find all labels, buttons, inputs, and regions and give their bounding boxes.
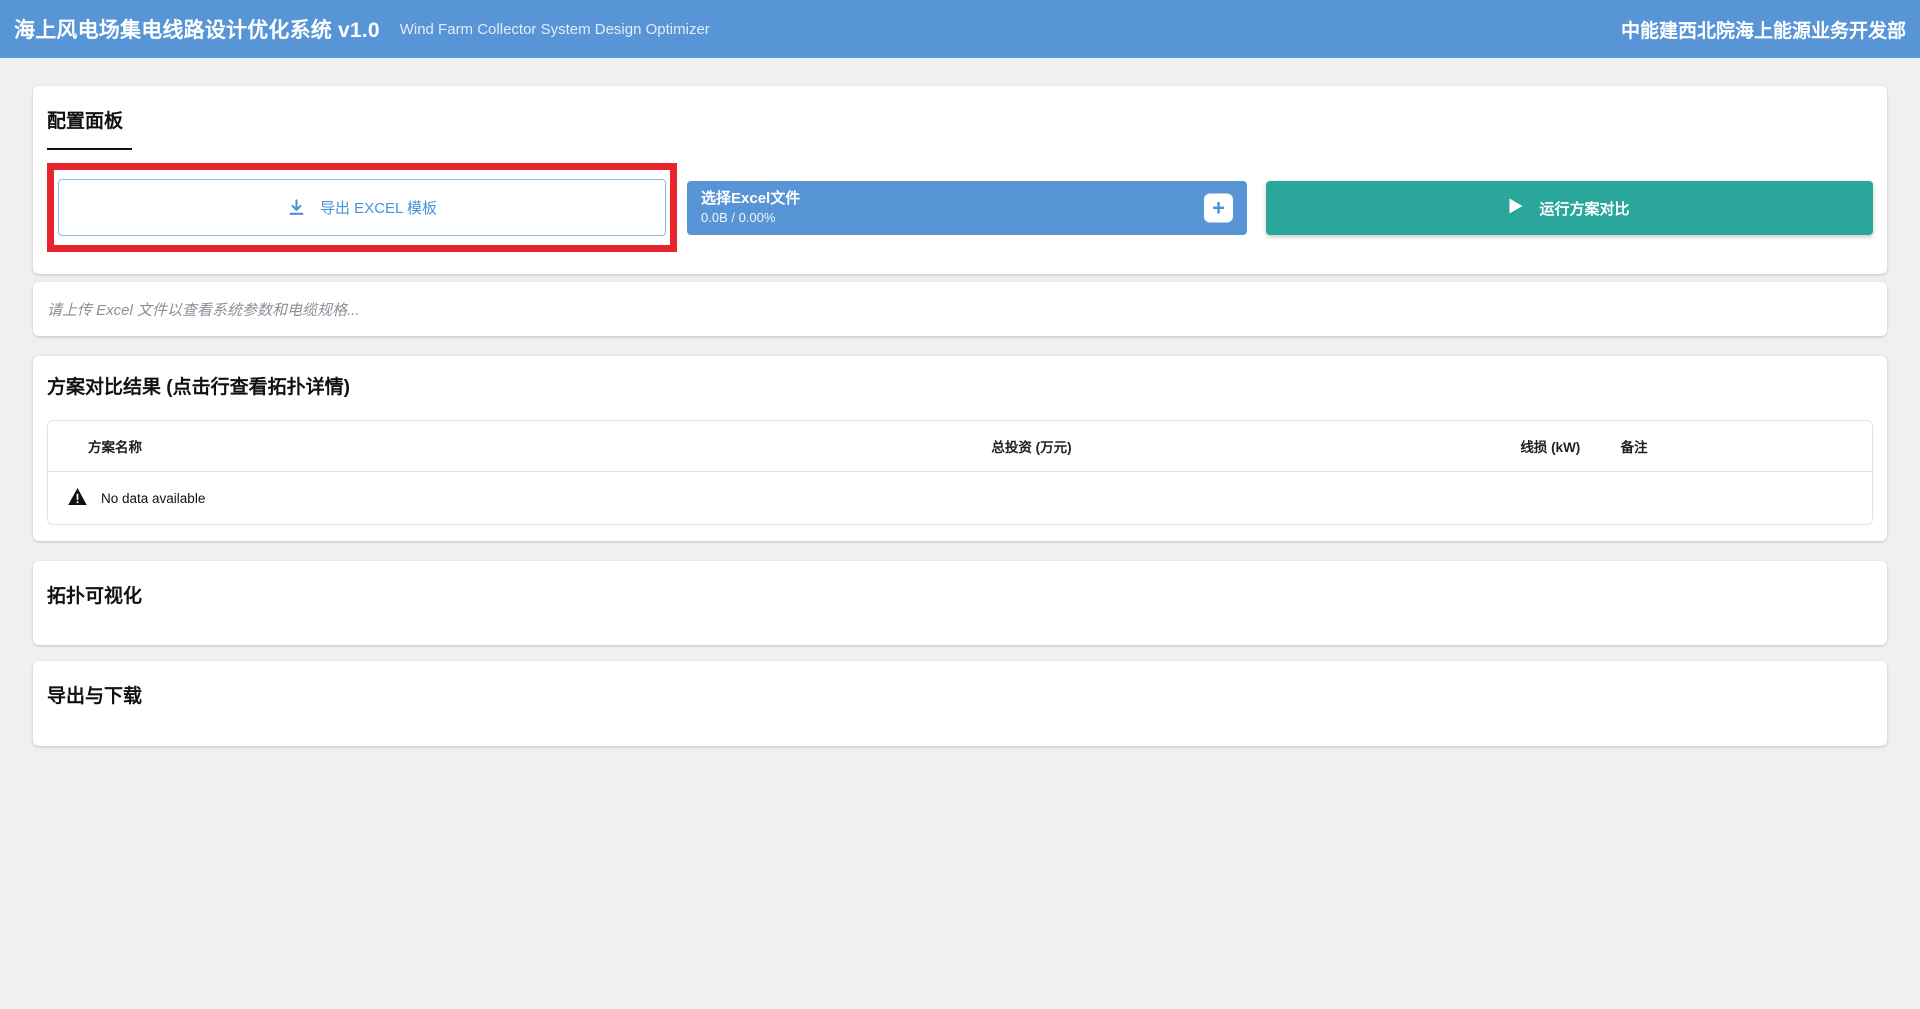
upload-hint-card: 请上传 Excel 文件以查看系统参数和电缆规格... — [33, 282, 1887, 336]
config-panel-card: 配置面板 导出 EXCEL 模板 选择Exce — [33, 86, 1887, 274]
export-excel-template-label: 导出 EXCEL 模板 — [320, 197, 437, 218]
empty-data-row: No data available — [48, 472, 1872, 525]
title-underline — [47, 148, 132, 150]
column-header-remark: 备注 — [1617, 421, 1872, 472]
play-icon — [1509, 198, 1523, 218]
upload-hint-text: 请上传 Excel 文件以查看系统参数和电缆规格... — [47, 299, 360, 320]
comparison-results-title: 方案对比结果 (点击行查看拓扑详情) — [47, 374, 1873, 402]
excel-file-upload-zone[interactable]: 选择Excel文件 0.0B / 0.00% + — [687, 181, 1247, 235]
results-table: 方案名称 总投资 (万元) 线损 (kW) 备注 — [47, 420, 1873, 525]
header-org-label: 中能建西北院海上能源业务开发部 — [1621, 16, 1906, 43]
app-header: 海上风电场集电线路设计优化系统 v1.0 Wind Farm Collector… — [0, 0, 1920, 58]
export-download-title: 导出与下载 — [47, 683, 1873, 711]
download-icon — [287, 198, 306, 217]
export-download-card: 导出与下载 — [33, 661, 1887, 746]
warning-icon — [68, 488, 87, 508]
config-controls-row: 导出 EXCEL 模板 选择Excel文件 0.0B / 0.00% + 运行方… — [47, 163, 1873, 252]
run-comparison-button[interactable]: 运行方案对比 — [1266, 181, 1873, 235]
topology-visualization-title: 拓扑可视化 — [47, 583, 1873, 611]
upload-zone-label: 选择Excel文件 — [701, 189, 1233, 209]
add-file-button[interactable]: + — [1204, 194, 1233, 223]
config-panel-title: 配置面板 — [47, 108, 1873, 136]
app-subtitle: Wind Farm Collector System Design Optimi… — [400, 21, 710, 38]
export-excel-template-button[interactable]: 导出 EXCEL 模板 — [58, 179, 666, 236]
upload-progress-text: 0.0B / 0.00% — [701, 209, 1233, 226]
plus-icon: + — [1212, 195, 1225, 220]
run-comparison-label: 运行方案对比 — [1539, 198, 1629, 219]
main-content: 配置面板 导出 EXCEL 模板 选择Exce — [0, 58, 1920, 746]
column-header-line-loss: 线损 (kW) — [1516, 421, 1616, 472]
column-header-total-investment: 总投资 (万元) — [987, 421, 1516, 472]
no-data-text: No data available — [101, 491, 205, 506]
column-header-scheme-name: 方案名称 — [48, 421, 987, 472]
results-table-header: 方案名称 总投资 (万元) 线损 (kW) 备注 — [48, 421, 1872, 472]
comparison-results-card: 方案对比结果 (点击行查看拓扑详情) 方案名称 总投资 (万元) 线损 (kW)… — [33, 356, 1887, 541]
app-title: 海上风电场集电线路设计优化系统 v1.0 — [14, 14, 380, 44]
annotation-highlight-box: 导出 EXCEL 模板 — [47, 163, 677, 252]
topology-visualization-card: 拓扑可视化 — [33, 561, 1887, 645]
